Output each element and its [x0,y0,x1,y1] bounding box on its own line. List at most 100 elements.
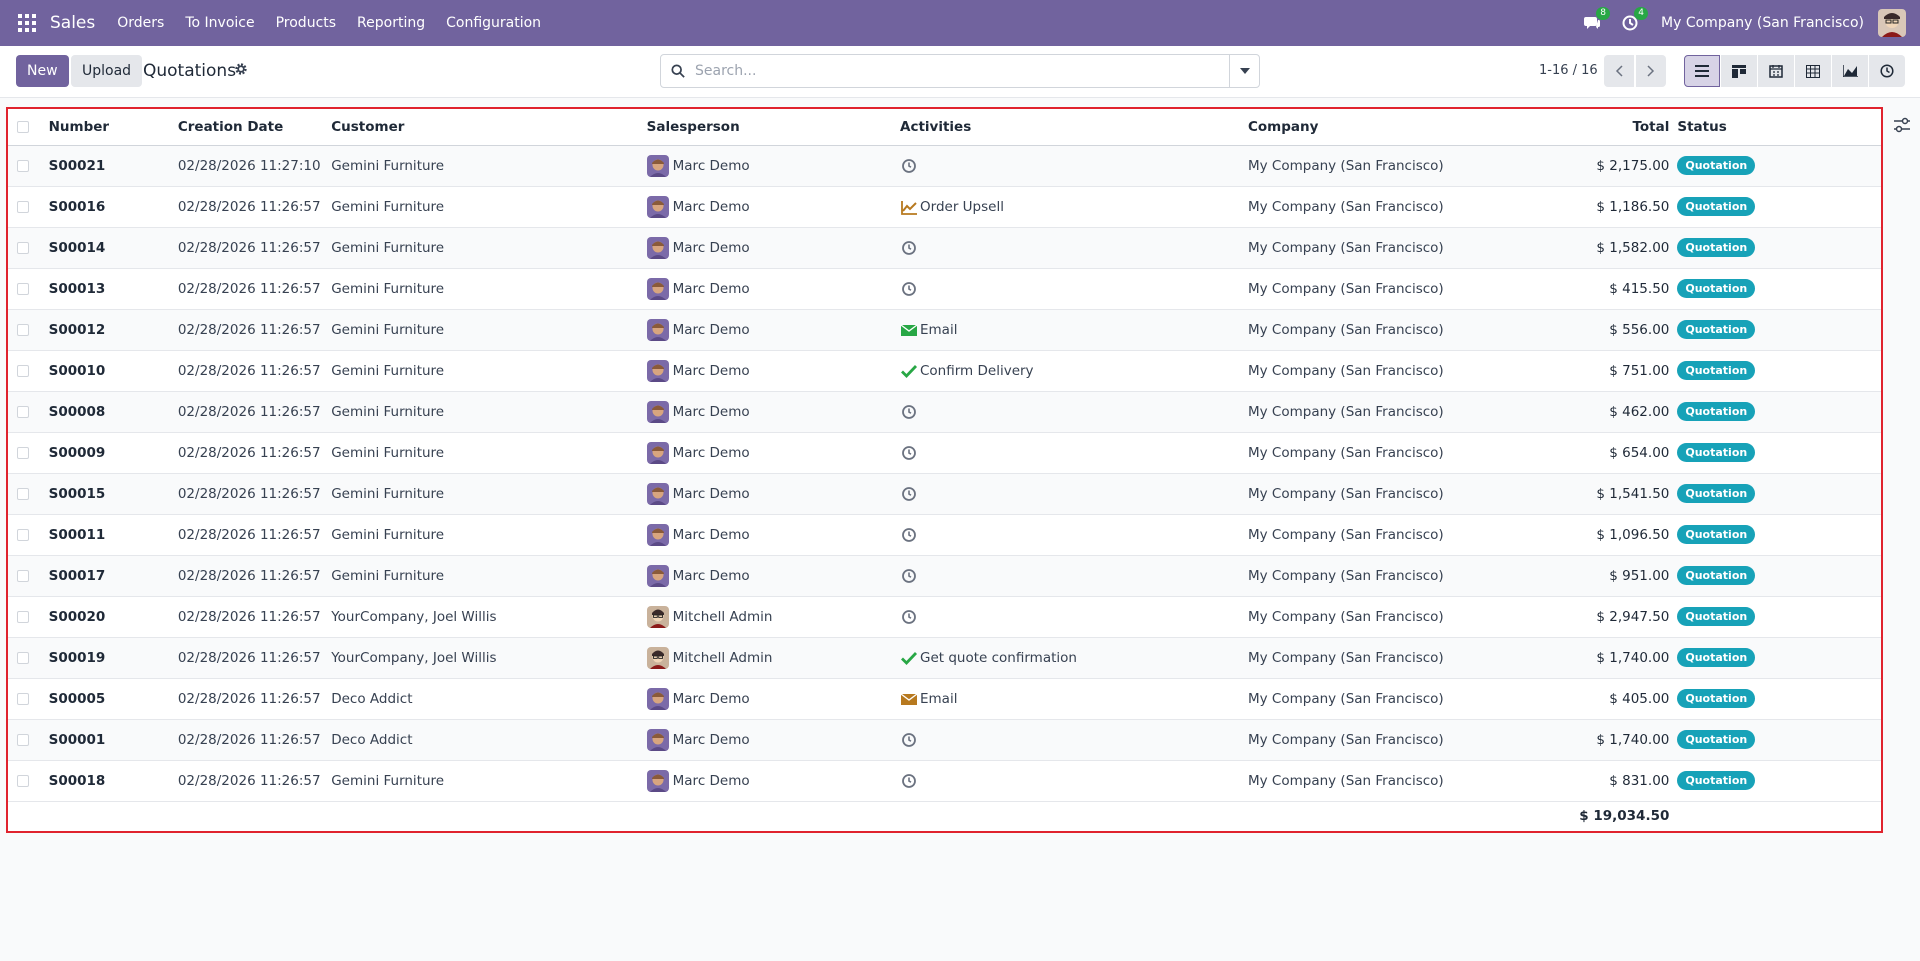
table-row[interactable]: S00016 02/28/2026 11:26:57 Gemini Furnitur… [8,186,1881,228]
table-row[interactable]: S00012 02/28/2026 11:26:57 Gemini Furnitur… [8,309,1881,351]
row-checkbox[interactable] [17,323,29,336]
user-avatar[interactable] [1878,9,1906,37]
row-checkbox[interactable] [17,569,29,582]
search-options-toggle[interactable] [1229,55,1259,87]
avatar[interactable] [646,523,669,546]
clock-icon[interactable] [900,608,918,626]
new-button[interactable]: New [16,55,69,87]
table-row[interactable]: S00013 02/28/2026 11:26:57 Gemini Furnitur… [8,268,1881,310]
clock-icon[interactable] [900,280,918,298]
activity-label[interactable]: Confirm Delivery [920,363,1034,379]
avatar[interactable] [646,564,669,587]
clock-icon[interactable] [900,239,918,257]
row-checkbox[interactable] [17,364,29,377]
avatar[interactable] [646,400,669,423]
list-view-button[interactable] [1684,55,1720,87]
table-row[interactable]: S00001 02/28/2026 11:26:57 Deco Addict Marc… [8,719,1881,761]
column-creation-date[interactable]: Creation Date [173,109,328,146]
activity-label[interactable]: Order Upsell [920,199,1004,215]
upload-button[interactable]: Upload [71,55,143,87]
row-checkbox[interactable] [17,733,29,746]
avatar[interactable] [646,441,669,464]
row-checkbox[interactable] [17,487,29,500]
clock-icon[interactable] [900,772,918,790]
avatar[interactable] [646,728,669,751]
app-name[interactable]: Sales [50,13,95,33]
column-activities[interactable]: Activities [896,109,1244,146]
clock-icon[interactable] [900,444,918,462]
row-checkbox[interactable] [17,282,29,295]
messages-button[interactable]: 8 [1581,7,1611,34]
clock-icon[interactable] [900,485,918,503]
row-checkbox[interactable] [17,200,29,213]
activity-label[interactable]: Email [920,691,957,707]
avatar[interactable] [646,236,669,259]
activity-label[interactable]: Email [920,322,957,338]
row-checkbox[interactable] [17,405,29,418]
row-checkbox[interactable] [17,159,29,172]
table-row[interactable]: S00018 02/28/2026 11:26:57 Gemini Furnitur… [8,760,1881,802]
table-row[interactable]: S00017 02/28/2026 11:26:57 Gemini Furnitur… [8,555,1881,597]
check-icon[interactable] [900,362,918,380]
avatar[interactable] [646,195,669,218]
row-checkbox[interactable] [17,241,29,254]
row-checkbox[interactable] [17,774,29,787]
chart-line-icon[interactable] [900,198,918,216]
column-number[interactable]: Number [44,109,174,146]
calendar-view-button[interactable] [1758,55,1794,87]
pager-next-button[interactable] [1636,55,1666,87]
table-row[interactable]: S00008 02/28/2026 11:26:57 Gemini Furnitur… [8,391,1881,433]
row-checkbox[interactable] [17,610,29,623]
column-total[interactable]: Total [1521,109,1674,146]
check-icon[interactable] [900,649,918,667]
avatar[interactable] [646,769,669,792]
avatar[interactable] [646,646,669,669]
table-row[interactable]: S00009 02/28/2026 11:26:57 Gemini Furnitur… [8,432,1881,474]
envelope-icon[interactable] [900,321,918,339]
clock-icon[interactable] [900,157,918,175]
pager-value[interactable]: 1-16 / 16 [1539,63,1598,78]
menu-to-invoice[interactable]: To Invoice [185,15,254,31]
table-row[interactable]: S00019 02/28/2026 11:26:57 YourCompany, Jo… [8,637,1881,679]
column-company[interactable]: Company [1243,109,1522,146]
table-row[interactable]: S00005 02/28/2026 11:26:57 Deco Addict Marc… [8,678,1881,720]
activity-view-button[interactable] [1869,55,1905,87]
pivot-view-button[interactable] [1795,55,1831,87]
activity-label[interactable]: Get quote confirmation [920,650,1077,666]
company-switcher[interactable]: My Company (San Francisco) [1661,15,1864,31]
activities-button[interactable]: 4 [1619,7,1649,34]
optional-columns-toggle-icon[interactable] [1893,117,1911,133]
pager-previous-button[interactable] [1604,55,1634,87]
avatar[interactable] [646,482,669,505]
gear-icon[interactable] [234,62,248,76]
row-checkbox[interactable] [17,651,29,664]
row-checkbox[interactable] [17,692,29,705]
apps-grid-icon[interactable] [18,14,36,32]
column-salesperson[interactable]: Salesperson [642,109,896,146]
table-row[interactable]: S00014 02/28/2026 11:26:57 Gemini Furnitur… [8,227,1881,269]
clock-icon[interactable] [900,403,918,421]
avatar[interactable] [646,318,669,341]
menu-configuration[interactable]: Configuration [446,15,541,31]
table-row[interactable]: S00015 02/28/2026 11:26:57 Gemini Furnitur… [8,473,1881,515]
envelope-icon[interactable] [900,690,918,708]
select-all-checkbox[interactable] [17,120,29,133]
row-checkbox[interactable] [17,446,29,459]
menu-reporting[interactable]: Reporting [357,15,425,31]
avatar[interactable] [646,605,669,628]
table-row[interactable]: S00011 02/28/2026 11:26:57 Gemini Furnitur… [8,514,1881,556]
avatar[interactable] [646,359,669,382]
avatar[interactable] [646,277,669,300]
column-status[interactable]: Status [1673,109,1881,146]
menu-orders[interactable]: Orders [117,15,164,31]
avatar[interactable] [646,154,669,177]
column-customer[interactable]: Customer [327,109,643,146]
kanban-view-button[interactable] [1721,55,1757,87]
avatar[interactable] [646,687,669,710]
graph-view-button[interactable] [1832,55,1868,87]
table-row[interactable]: S00010 02/28/2026 11:26:57 Gemini Furnitur… [8,350,1881,392]
menu-products[interactable]: Products [276,15,336,31]
clock-icon[interactable] [900,526,918,544]
clock-icon[interactable] [900,567,918,585]
clock-icon[interactable] [900,731,918,749]
